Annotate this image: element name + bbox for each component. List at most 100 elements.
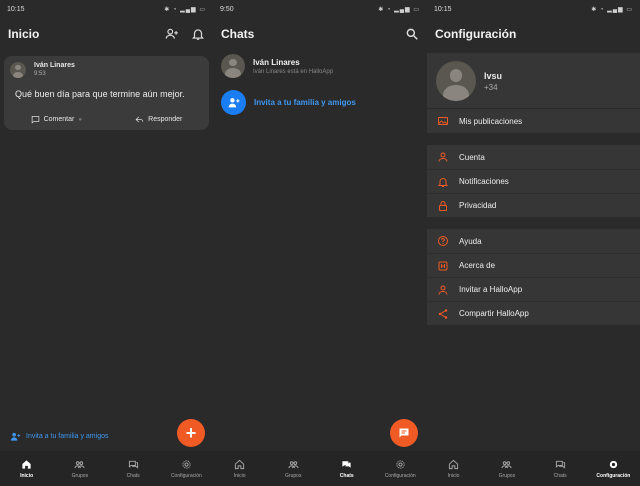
gear-icon [396, 459, 405, 469]
nav-label: Configuración [596, 472, 631, 479]
nav-chats[interactable]: Chats [327, 459, 367, 479]
chat-icon [128, 460, 138, 469]
avatar[interactable] [10, 62, 26, 78]
profile-phone: +34 [484, 83, 498, 92]
status-icons: ✱ ◔ ▂▄▆ ▭ [378, 6, 420, 13]
status-bar: 10:15 ✱ ◔ ▂▄▆ ▭ [427, 0, 640, 18]
bell-icon [437, 177, 449, 187]
home-header: Inicio [0, 18, 213, 50]
settings-item-label: Notificaciones [459, 177, 509, 186]
settings-item-label: Mis publicaciones [459, 116, 523, 126]
comment-button[interactable]: Comentar ● [31, 115, 82, 124]
nav-label: Grupos [285, 472, 302, 479]
status-time: 10:15 [434, 5, 452, 13]
invite-label: Invita a tu familia y amigos [26, 433, 109, 440]
reply-icon [135, 116, 144, 123]
chat-icon [555, 460, 565, 469]
group-icon [501, 460, 512, 468]
nav-chats[interactable]: Chats [540, 459, 580, 479]
chat-name: Iván Linares [253, 57, 300, 67]
reply-button[interactable]: Responder [135, 115, 182, 124]
nav-configuracion[interactable]: Configuración [166, 459, 206, 479]
nav-label: Grupos [71, 472, 89, 479]
nav-configuracion[interactable]: Configuración [380, 459, 420, 479]
nav-inicio[interactable]: Inicio [7, 459, 47, 479]
new-chat-button[interactable] [390, 419, 418, 447]
profile-card[interactable]: Ivsu +34 [427, 53, 640, 108]
page-title: Inicio [8, 27, 40, 41]
help-icon [438, 236, 448, 246]
status-icons: ✱ ◔ ▂▄▆ ▭ [164, 6, 206, 13]
add-person-icon [221, 90, 246, 115]
nav-inicio[interactable]: Inicio [220, 459, 260, 479]
settings-item-label: Privacidad [459, 201, 497, 210]
nav-label: Chats [339, 472, 354, 479]
bottom-nav: Inicio Grupos Chats Configuración [213, 451, 427, 486]
chats-header: Chats [213, 18, 427, 50]
info-icon [438, 261, 448, 270]
settings-item-compartir[interactable]: Compartir HalloApp [427, 301, 640, 325]
reply-label: Responder [148, 116, 183, 123]
nav-label: Chats [126, 472, 140, 479]
invite-friends-link[interactable]: Invita a tu familia y amigos [10, 431, 108, 442]
chat-icon [342, 460, 351, 468]
unread-dot: ● [78, 116, 82, 123]
plus-icon: + [185, 422, 197, 443]
home-icon [22, 459, 31, 469]
settings-item-cuenta[interactable]: Cuenta [427, 145, 640, 169]
settings-item-notificaciones[interactable]: Notificaciones [427, 169, 640, 193]
status-time: 9:50 [220, 5, 234, 13]
comment-label: Comentar [43, 116, 75, 123]
nav-inicio[interactable]: Inicio [434, 459, 474, 479]
share-icon [438, 308, 448, 319]
status-icons: ✱ ◔ ▂▄▆ ▭ [591, 6, 633, 13]
status-bar: 10:15 ✱ ◔ ▂▄▆ ▭ [0, 0, 213, 18]
person-icon [438, 152, 448, 162]
add-contact-icon[interactable] [165, 27, 179, 41]
chat-list-item[interactable]: Iván Linares Iván Linares está en HalloA… [221, 54, 333, 78]
settings-group-account: Cuenta Notificaciones Privacidad [427, 145, 640, 217]
search-icon[interactable] [405, 27, 419, 41]
image-icon [438, 117, 448, 125]
nav-label: Inicio [20, 472, 34, 479]
bottom-nav: Inicio Grupos Chats Configuración [0, 451, 213, 486]
gear-icon [182, 459, 191, 469]
nav-configuracion[interactable]: Configuración [593, 459, 633, 479]
settings-item-label: Acerca de [459, 261, 496, 270]
profile-name: Ivsu [484, 71, 503, 81]
settings-item-acerca-de[interactable]: Acerca de [427, 253, 640, 277]
post-card[interactable]: Iván Linares 9:53 Qué buen día para que … [4, 56, 209, 130]
settings-item-label: Cuenta [459, 152, 485, 162]
nav-label: Inicio [447, 472, 460, 479]
avatar[interactable] [436, 61, 476, 101]
nav-grupos[interactable]: Grupos [487, 459, 527, 479]
settings-screen: 10:15 ✱ ◔ ▂▄▆ ▭ Configuración Ivsu +34 M… [427, 0, 640, 486]
nav-chats[interactable]: Chats [113, 459, 153, 479]
settings-group-help: Ayuda Acerca de Invitar a HalloApp Compa… [427, 229, 640, 325]
nav-label: Chats [553, 472, 567, 479]
settings-item-label: Compartir HalloApp [459, 309, 529, 318]
settings-item-privacidad[interactable]: Privacidad [427, 193, 640, 217]
nav-grupos[interactable]: Grupos [273, 459, 313, 479]
bottom-nav: Inicio Grupos Chats Configuración [427, 451, 640, 486]
chat-subtitle: Iván Linares está en HalloApp [253, 68, 334, 75]
new-post-button[interactable]: + [177, 419, 205, 447]
nav-label: Configuración [384, 472, 416, 479]
page-title: Chats [221, 27, 255, 41]
post-text: Qué buen día para que termine aún mejor. [15, 89, 185, 99]
status-bar: 9:50 ✱ ◔ ▂▄▆ ▭ [213, 0, 427, 18]
settings-item-mis-publicaciones[interactable]: Mis publicaciones [427, 109, 640, 133]
settings-group-posts: Mis publicaciones [427, 109, 640, 133]
gear-icon [609, 460, 618, 468]
settings-item-invitar[interactable]: Invitar a HalloApp [427, 277, 640, 301]
comment-icon [31, 116, 39, 124]
post-time: 9:53 [34, 71, 46, 77]
nav-grupos[interactable]: Grupos [60, 459, 100, 479]
home-icon [235, 459, 245, 469]
bell-icon[interactable] [191, 27, 205, 41]
invite-friends-row[interactable]: Invita a tu familia y amigos [221, 90, 356, 115]
person-icon [438, 285, 448, 295]
chats-screen: 9:50 ✱ ◔ ▂▄▆ ▭ Chats Iván Linares Iván L… [213, 0, 427, 486]
settings-item-ayuda[interactable]: Ayuda [427, 229, 640, 253]
status-time: 10:15 [7, 5, 25, 13]
